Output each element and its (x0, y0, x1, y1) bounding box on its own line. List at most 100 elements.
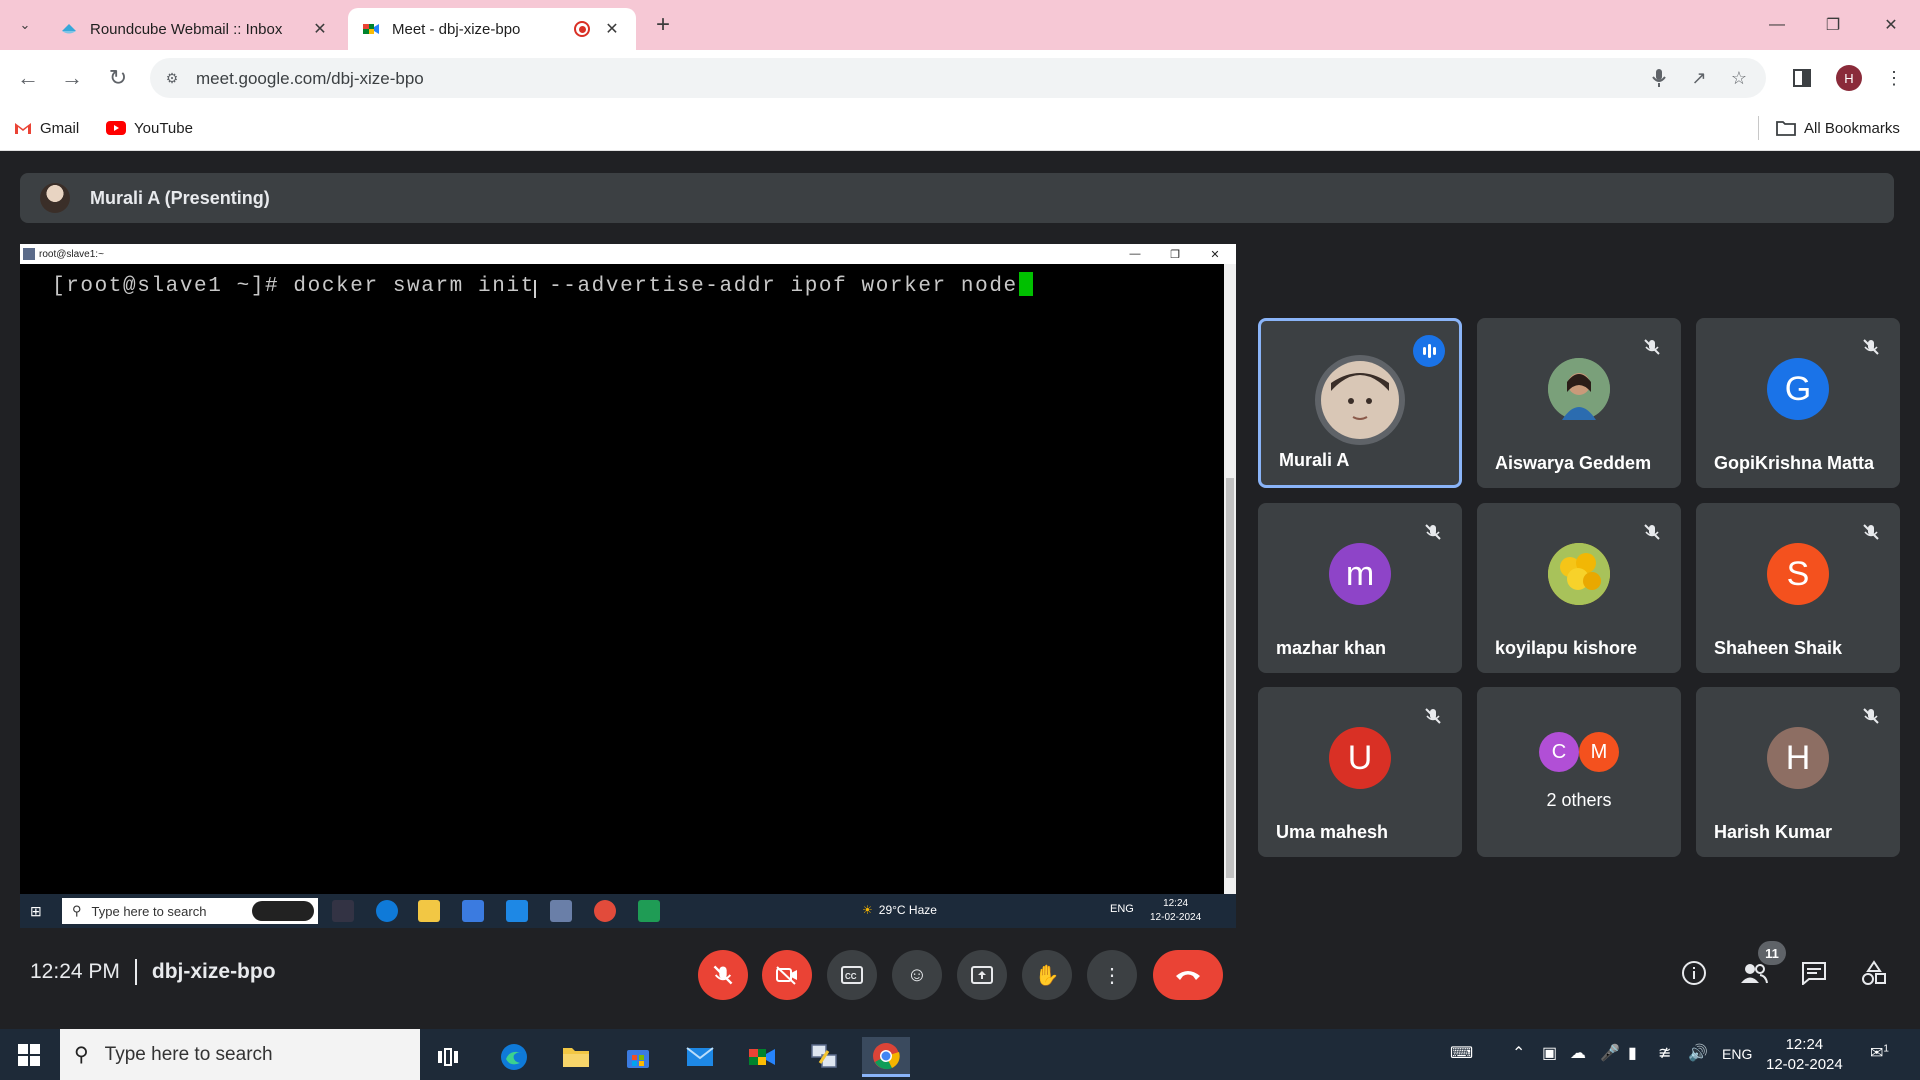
wifi-icon[interactable]: ≇ (1658, 1043, 1671, 1063)
participant-tile[interactable]: Aiswarya Geddem (1477, 318, 1681, 488)
taskbar-search-box[interactable]: ⚲ Type here to search (60, 1029, 420, 1080)
windows-start-icon: ⊞ (30, 903, 42, 919)
bookmark-gmail[interactable]: Gmail (14, 116, 79, 140)
meeting-code: dbj-xize-bpo (151, 960, 276, 983)
file-explorer-icon[interactable] (552, 1037, 600, 1077)
tab-roundcube[interactable]: Roundcube Webmail :: Inbox ✕ (46, 8, 344, 50)
mic-off-icon (1860, 336, 1882, 358)
tab-meet[interactable]: Meet - dbj-xize-bpo ✕ (348, 8, 636, 50)
participant-tile[interactable]: G GopiKrishna Matta (1696, 318, 1900, 488)
volume-icon[interactable]: 🔊 (1688, 1043, 1708, 1063)
restore-window-icon[interactable]: ❐ (1818, 10, 1848, 40)
task-view-icon (332, 900, 354, 922)
back-icon[interactable]: ← (14, 64, 42, 92)
presenter-avatar (40, 183, 70, 213)
terminal-body: [root@slave1 ~]# docker swarm init --adv… (20, 264, 1224, 894)
profile-avatar[interactable]: H (1836, 65, 1862, 91)
windows-start-icon[interactable] (18, 1044, 40, 1066)
tray-chevron-icon[interactable]: ⌃ (1512, 1043, 1525, 1063)
reload-icon[interactable]: ↻ (104, 64, 132, 92)
terminal-line: [root@slave1 ~]# docker swarm init --adv… (52, 272, 1033, 298)
open-in-new-icon[interactable]: ↗ (1688, 67, 1710, 89)
notification-icon[interactable]: ✉1 (1870, 1043, 1889, 1063)
task-view-icon[interactable] (424, 1037, 472, 1077)
emoji-reaction-button[interactable]: ☺ (892, 950, 942, 1000)
participant-tile[interactable]: Murali A (1258, 318, 1462, 488)
remote-weather: ☀ 29°C Haze (862, 903, 937, 917)
present-screen-button[interactable] (957, 950, 1007, 1000)
windows-taskbar: ⚲ Type here to search ⌨ ⌃ ▣ ☁ 🎤 ▮ ≇ 🔊 EN… (0, 1029, 1920, 1080)
close-window-icon[interactable]: ✕ (1876, 10, 1906, 40)
edge-icon (376, 900, 398, 922)
svg-text:CC: CC (845, 972, 857, 981)
meet-app-icon[interactable] (738, 1037, 786, 1077)
file-explorer-icon (418, 900, 440, 922)
address-bar[interactable]: ⚙ meet.google.com/dbj-xize-bpo ↗ ☆ (150, 58, 1766, 98)
mic-toggle-button[interactable] (698, 950, 748, 1000)
meet-stage: Murali A (Presenting) root@slave1:~ — ❐ … (0, 151, 1920, 1029)
presenting-label: Murali A (Presenting) (90, 187, 270, 208)
bookmark-youtube[interactable]: YouTube (106, 116, 193, 140)
side-panel-icon[interactable] (1788, 64, 1816, 92)
microphone-icon[interactable] (1648, 67, 1670, 89)
mic-off-icon (1860, 705, 1882, 727)
participant-tile[interactable]: H Harish Kumar (1696, 687, 1900, 857)
microsoft-store-icon[interactable] (614, 1037, 662, 1077)
meeting-details-icon[interactable] (1676, 955, 1712, 991)
meet-tray-icon[interactable]: ▣ (1542, 1043, 1557, 1063)
putty-app-icon (550, 900, 572, 922)
close-tab-icon[interactable]: ✕ (310, 19, 330, 39)
participant-tile[interactable]: S Shaheen Shaik (1696, 503, 1900, 673)
mic-tray-icon[interactable]: 🎤 (1600, 1043, 1620, 1063)
avatar: G (1767, 358, 1829, 420)
touch-keyboard-icon[interactable]: ⌨ (1450, 1043, 1473, 1063)
remote-weather-text: 29°C Haze (878, 903, 937, 917)
shared-screen: root@slave1:~ — ❐ ✕ [root@slave1 ~]# doc… (20, 244, 1236, 928)
activities-icon[interactable] (1856, 955, 1892, 991)
copilot-icon (252, 901, 314, 921)
remote-time: 12:24 (1163, 898, 1189, 909)
more-options-button[interactable]: ⋮ (1087, 950, 1137, 1000)
others-avatars: C M (1539, 732, 1619, 772)
all-bookmarks-button[interactable]: All Bookmarks (1776, 116, 1900, 140)
participant-tile[interactable]: koyilapu kishore (1477, 503, 1681, 673)
participant-tile[interactable]: m mazhar khan (1258, 503, 1462, 673)
new-tab-button[interactable]: + (650, 11, 676, 38)
close-tab-icon[interactable]: ✕ (602, 19, 622, 39)
remote-taskbar: ⊞ ⚲ Type here to search ☀ 29°C Haze ENG 1… (20, 894, 1236, 928)
putty-icon (23, 248, 35, 260)
leave-call-button[interactable] (1153, 950, 1223, 1000)
captions-button[interactable]: CC (827, 950, 877, 1000)
bookmark-star-icon[interactable]: ☆ (1728, 67, 1750, 89)
participant-name: Shaheen Shaik (1714, 638, 1843, 658)
taskbar-date: 12-02-2024 (1766, 1056, 1843, 1073)
edge-icon[interactable] (490, 1037, 538, 1077)
avatar: S (1767, 543, 1829, 605)
avatar: C (1539, 732, 1579, 772)
mic-off-icon (1641, 521, 1663, 543)
language-indicator[interactable]: ENG (1722, 1046, 1752, 1062)
terminal-window-title: root@slave1:~ (39, 248, 104, 260)
putty-app-icon[interactable] (800, 1037, 848, 1077)
tab-search-chevron-icon[interactable]: ⌄ (12, 12, 38, 38)
all-bookmarks-label: All Bookmarks (1804, 119, 1900, 137)
folder-icon (1776, 120, 1796, 136)
chat-icon[interactable] (1796, 955, 1832, 991)
taskbar-clock[interactable]: 12:24 12-02-2024 (1766, 1035, 1843, 1075)
camera-toggle-button[interactable] (762, 950, 812, 1000)
chrome-icon[interactable] (862, 1037, 910, 1077)
forward-icon[interactable]: → (58, 64, 86, 92)
remote-clock: 12:24 12-02-2024 (1150, 897, 1201, 925)
cloud-icon[interactable]: ☁ (1570, 1043, 1586, 1063)
chrome-menu-icon[interactable]: ⋮ (1880, 64, 1908, 92)
site-info-icon[interactable]: ⚙ (162, 68, 182, 88)
minimize-window-icon[interactable]: — (1762, 10, 1792, 40)
participant-name: Murali A (1279, 450, 1350, 470)
meeting-info: 12:24 PM dbj-xize-bpo (30, 959, 276, 985)
battery-icon[interactable]: ▮ (1628, 1043, 1637, 1063)
raise-hand-button[interactable]: ✋ (1022, 950, 1072, 1000)
others-tile[interactable]: C M 2 others (1477, 687, 1681, 857)
participant-tile[interactable]: U Uma mahesh (1258, 687, 1462, 857)
mail-icon[interactable] (676, 1037, 724, 1077)
avatar (1548, 543, 1610, 605)
